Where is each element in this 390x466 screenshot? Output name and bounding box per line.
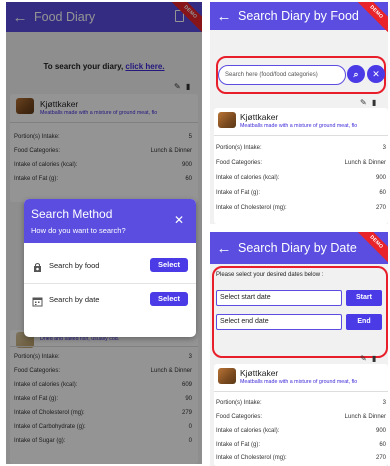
food-description: Meatballs made with a mixture of ground … [240,379,358,385]
row-value: 900 [375,428,386,434]
food-diary-screen: ← Food Diary DEMO To search your diary, … [6,2,202,464]
row-value: 3 [382,145,386,151]
row-label: Intake of Cholesterol (mg): [216,455,287,461]
option-label: Search by date [49,294,100,304]
start-date-field[interactable]: Select start date [216,290,342,306]
food-bag-icon [32,260,43,272]
food-description: Meatballs made with a mixture of ground … [240,123,358,129]
row-value: 3 [382,400,386,406]
end-button[interactable]: End [346,314,382,330]
end-date-field[interactable]: Select end date [216,314,342,330]
back-arrow-icon[interactable]: ← [210,8,238,25]
search-by-date-screen: ← Search Diary by Date DEMO Please selec… [210,232,388,466]
row-value: 60 [379,442,386,448]
dialog-subtitle: How do you want to search? [31,226,126,235]
dialog-title: Search Method [31,207,113,221]
row-label: Portion(s) Intake: [216,400,262,406]
option-search-by-food: Search by food Select [32,257,188,273]
start-button[interactable]: Start [346,290,382,306]
food-image [218,112,236,128]
food-image [218,368,236,384]
delete-icon[interactable]: ▮ [372,354,376,363]
row-value: Lunch & Dinner [344,160,386,166]
demo-ribbon: DEMO [353,232,388,265]
search-input[interactable]: Search here (food/food categories) [218,65,346,85]
search-icon[interactable]: ⌕ [347,65,365,83]
diary-entry-card: Kjøttkaker Meatballs made with a mixture… [214,108,388,224]
calendar-icon [32,294,43,306]
dialog-header: Search Method How do you want to search?… [24,199,196,243]
app-bar: ← Search Diary by Food DEMO [210,2,388,35]
row-label: Food Categories: [216,414,263,420]
divider [214,135,388,136]
row-label: Intake of Fat (g): [216,190,261,196]
row-value: 60 [379,190,386,196]
food-name: Kjøttkaker [240,112,279,122]
search-by-food-screen: ← Search Diary by Food DEMO Search here … [210,2,388,224]
option-label: Search by food [49,260,100,270]
row-label: Portion(s) Intake: [216,145,262,151]
date-hint: Please select your desired dates below : [216,272,324,278]
delete-icon[interactable]: ▮ [372,98,376,107]
divider [214,391,388,392]
close-icon[interactable]: ✕ [174,213,184,227]
row-value: 270 [375,455,386,461]
food-name: Kjøttkaker [240,368,279,378]
edit-icon[interactable]: ✎ [360,98,367,107]
date-highlight [212,266,388,358]
row-label: Intake of Cholesterol (mg): [216,205,287,211]
option-search-by-date: Search by date Select [32,291,188,307]
row-value: 900 [375,175,386,181]
select-date-button[interactable]: Select [150,292,188,306]
edit-icon[interactable]: ✎ [360,354,367,363]
page-title: Search Diary by Date [238,241,357,255]
app-bar: ← Search Diary by Date DEMO [210,232,388,265]
back-arrow-icon[interactable]: ← [210,240,238,257]
row-label: Food Categories: [216,160,263,166]
row-label: Intake of Fat (g): [216,442,261,448]
select-food-button[interactable]: Select [150,258,188,272]
divider [24,283,196,284]
close-icon[interactable]: ✕ [367,65,385,83]
page-title: Search Diary by Food [238,9,359,23]
row-label: Intake of calories (kcal): [216,428,280,434]
diary-entry-card: Kjøttkaker Meatballs made with a mixture… [214,364,388,466]
row-value: Lunch & Dinner [344,414,386,420]
row-label: Intake of calories (kcal): [216,175,280,181]
search-method-dialog: Search Method How do you want to search?… [24,199,196,337]
row-value: 270 [375,205,386,211]
